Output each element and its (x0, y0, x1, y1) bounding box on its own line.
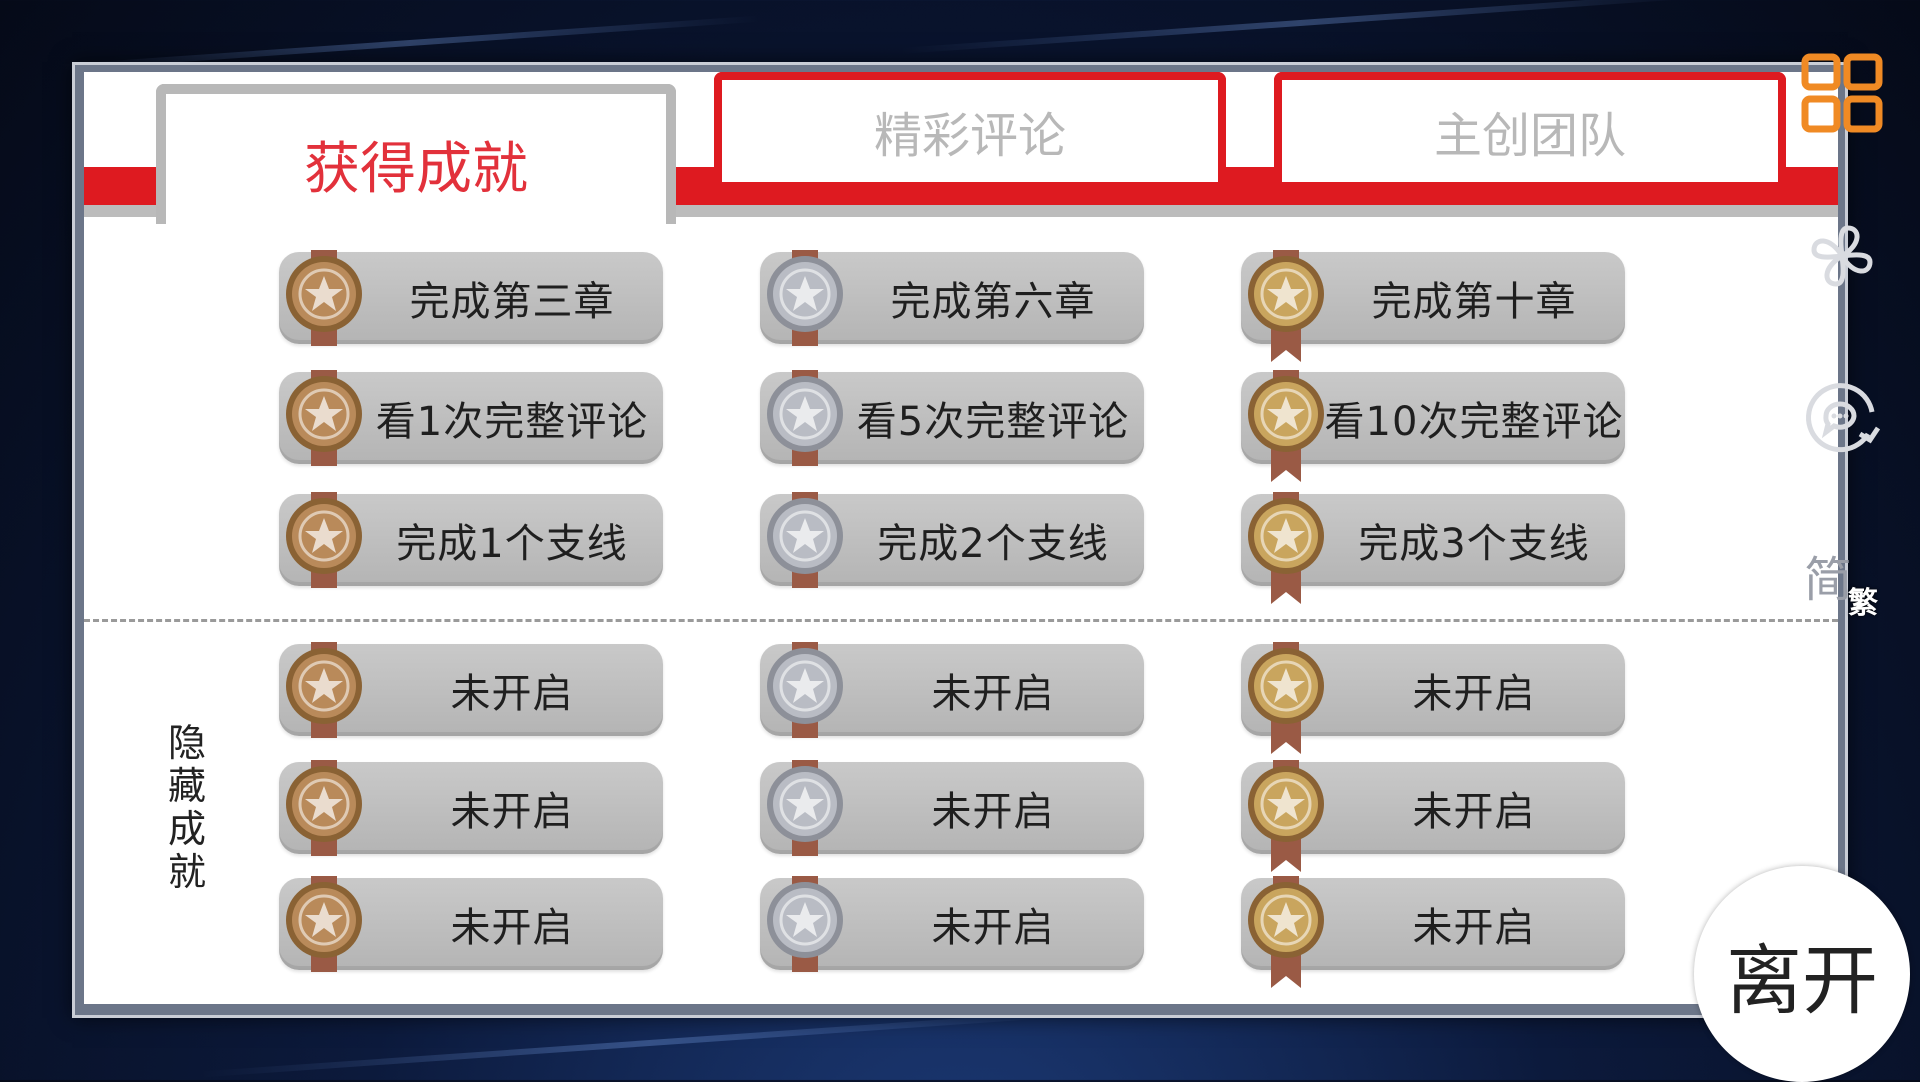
hidden-achievement-badge[interactable]: 未开启 (760, 760, 1144, 856)
comment-refresh-icon[interactable] (1798, 372, 1888, 462)
bronze-medal-icon (286, 370, 362, 466)
gold-medal-icon (1248, 760, 1324, 872)
leave-button[interactable]: 离开 (1694, 866, 1910, 1082)
achievement-label: 完成2个支线 (877, 521, 1109, 567)
hidden-achievement-badge[interactable]: 未开启 (279, 642, 663, 738)
traditional-chinese-toggle[interactable]: 繁 (1848, 578, 1878, 622)
gold-medal-icon (1248, 370, 1324, 482)
achievement-label: 看1次完整评论 (375, 399, 649, 445)
gold-medal-icon (1248, 642, 1324, 754)
hidden-achievement-badge[interactable]: 未开启 (1241, 642, 1625, 754)
achievement-label: 完成3个支线 (1358, 521, 1590, 567)
silver-medal-icon (767, 370, 843, 466)
hidden-achievement-badge[interactable]: 未开启 (760, 642, 1144, 738)
bronze-medal-icon (286, 760, 362, 856)
achievement-badge[interactable]: 看10次完整评论 (1241, 370, 1625, 482)
gold-medal-icon (1248, 250, 1324, 362)
gold-medal-icon (1248, 492, 1324, 604)
achievement-label: 未开启 (1412, 671, 1536, 717)
achievement-label: 未开启 (931, 905, 1055, 951)
achievement-label: 未开启 (1412, 905, 1536, 951)
background-streak (200, 1008, 1100, 1078)
achievement-label: 未开启 (931, 789, 1055, 835)
achievement-badge[interactable]: 完成2个支线 (760, 492, 1144, 588)
achievement-badge[interactable]: 看1次完整评论 (279, 370, 663, 466)
bronze-medal-icon (286, 250, 362, 346)
achievement-label: 完成第六章 (890, 279, 1096, 325)
achievement-badge[interactable]: 完成第六章 (760, 250, 1144, 346)
achievement-label: 完成1个支线 (396, 521, 628, 567)
silver-medal-icon (767, 876, 843, 972)
silver-medal-icon (767, 492, 843, 588)
achievements-panel: 获得成就 精彩评论 主创团队 隐藏成就 完成第三章 完成第六章 完成第十章看1次完整… (84, 72, 1838, 1004)
achievement-badge[interactable]: 完成3个支线 (1241, 492, 1625, 604)
achievement-label: 看10次完整评论 (1324, 399, 1624, 445)
achievement-label: 未开启 (1412, 789, 1536, 835)
achievement-badge[interactable]: 完成第十章 (1241, 250, 1625, 362)
tab-team[interactable]: 主创团队 (1274, 72, 1786, 182)
achievement-label: 完成第十章 (1371, 279, 1577, 325)
hidden-achievement-badge[interactable]: 未开启 (279, 760, 663, 856)
achievement-badge[interactable]: 完成第三章 (279, 250, 663, 346)
bronze-medal-icon (286, 876, 362, 972)
achievement-badge[interactable]: 看5次完整评论 (760, 370, 1144, 466)
achievement-label: 看5次完整评论 (856, 399, 1130, 445)
silver-medal-icon (767, 250, 843, 346)
section-divider (84, 619, 1838, 622)
grid-menu-icon[interactable] (1800, 52, 1884, 136)
achievement-label: 未开启 (450, 671, 574, 717)
hidden-achievement-badge[interactable]: 未开启 (279, 876, 663, 972)
hidden-achievement-badge[interactable]: 未开启 (760, 876, 1144, 972)
achievement-label: 未开启 (450, 905, 574, 951)
tab-comments[interactable]: 精彩评论 (714, 72, 1226, 182)
background-streak (900, 0, 1700, 54)
silver-medal-icon (767, 760, 843, 856)
hidden-achievement-badge[interactable]: 未开启 (1241, 760, 1625, 872)
bronze-medal-icon (286, 642, 362, 738)
achievement-badge[interactable]: 完成1个支线 (279, 492, 663, 588)
tab-achievements[interactable]: 获得成就 (156, 84, 676, 224)
achievement-label: 未开启 (931, 671, 1055, 717)
silver-medal-icon (767, 642, 843, 738)
achievement-label: 未开启 (450, 789, 574, 835)
achievement-label: 完成第三章 (409, 279, 615, 325)
bronze-medal-icon (286, 492, 362, 588)
hidden-achievements-title: 隐藏成就 (167, 721, 206, 894)
hidden-achievement-badge[interactable]: 未开启 (1241, 876, 1625, 988)
simplified-chinese-toggle[interactable]: 简 (1804, 540, 1852, 610)
gold-medal-icon (1248, 876, 1324, 988)
clover-icon[interactable] (1800, 214, 1884, 298)
